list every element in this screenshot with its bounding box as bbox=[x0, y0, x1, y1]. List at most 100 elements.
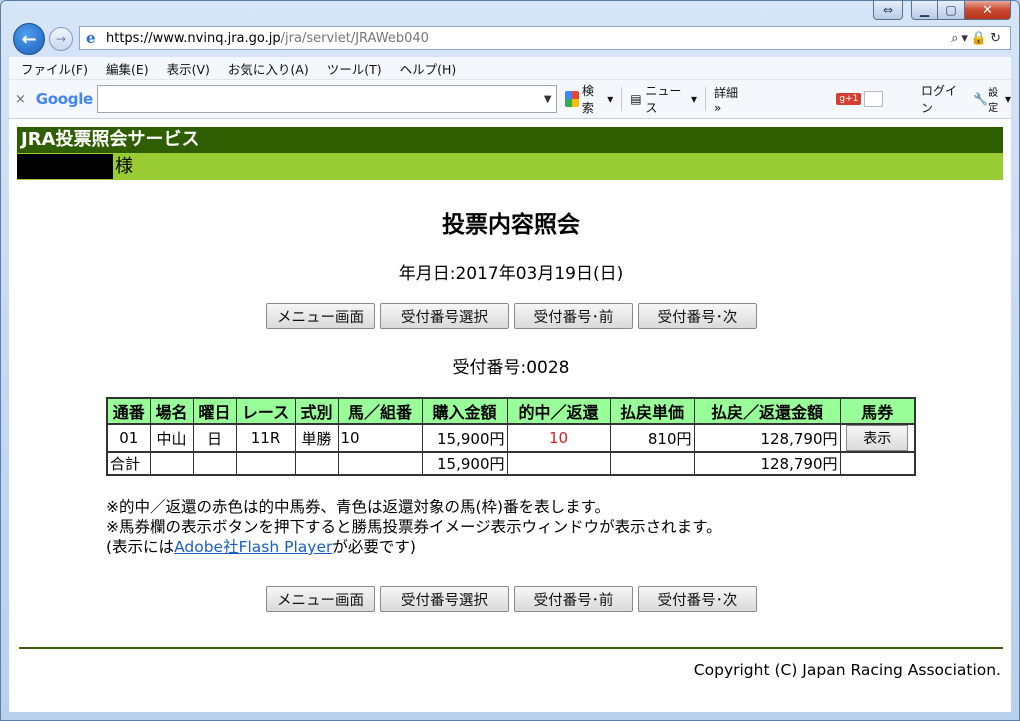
cell-race: 11R bbox=[235, 423, 296, 453]
col-race: レース bbox=[235, 397, 296, 425]
note-1: ※的中／返還の赤色は的中馬券、青色は返還対象の馬(枠)番を表します。 bbox=[106, 498, 611, 516]
cell-empty bbox=[294, 451, 339, 476]
cell-bet-type: 単勝 bbox=[294, 423, 339, 453]
google-search-button[interactable]: 検索 ▾ bbox=[564, 82, 613, 116]
close-icon[interactable]: × bbox=[15, 92, 30, 107]
nav-buttons-top: メニュー画面 受付番号選択 受付番号･前 受付番号･次 bbox=[266, 303, 757, 329]
ie-icon: e bbox=[86, 29, 96, 47]
col-hit: 的中／返還 bbox=[506, 397, 611, 425]
col-combo: 馬／組番 bbox=[337, 397, 423, 425]
menu-help[interactable]: ヘルプ(H) bbox=[400, 59, 457, 78]
cell-empty bbox=[192, 451, 237, 476]
receipt-next-button[interactable]: 受付番号･次 bbox=[638, 586, 757, 612]
window-controls: ⇔ ▁ ▢ ✕ bbox=[873, 1, 1011, 21]
redacted-name bbox=[17, 154, 113, 179]
cell-amount: 15,900円 bbox=[421, 423, 508, 453]
news-button[interactable]: ▤ ニュース ▾ bbox=[630, 82, 697, 116]
menu-file[interactable]: ファイル(F) bbox=[21, 59, 88, 78]
url-host: https://www.nvinq.jra.go.jp bbox=[106, 30, 281, 46]
menu-tools[interactable]: ツール(T) bbox=[327, 59, 382, 78]
google-search-input[interactable]: ▼ bbox=[96, 85, 557, 113]
table-total-row: 合計 15,900円 128,790円 bbox=[106, 451, 916, 476]
date-line: 年月日:2017年03月19日(日) bbox=[398, 264, 624, 284]
col-bet-type: 式別 bbox=[294, 397, 339, 425]
cell-payout: 128,790円 bbox=[693, 423, 841, 453]
settings-button[interactable]: 🔧 設定 ▾ bbox=[973, 84, 1011, 114]
close-button[interactable]: ✕ bbox=[965, 1, 1011, 20]
cell-seq: 01 bbox=[106, 423, 151, 453]
table-header-row: 通番 場名 曜日 レース 式別 馬／組番 購入金額 的中／返還 払戻単価 払戻／… bbox=[106, 397, 916, 425]
col-day: 曜日 bbox=[192, 397, 237, 425]
menu-view[interactable]: 表示(V) bbox=[167, 59, 210, 78]
col-ticket: 馬券 bbox=[839, 397, 916, 425]
user-suffix: 様 bbox=[115, 156, 133, 177]
divider bbox=[705, 87, 706, 111]
receipt-select-button[interactable]: 受付番号選択 bbox=[380, 303, 509, 329]
copyright: Copyright (C) Japan Racing Association. bbox=[693, 661, 1001, 679]
back-button[interactable]: ← bbox=[13, 23, 45, 55]
maximize-button[interactable]: ▢ bbox=[938, 1, 965, 20]
google-logo: Google bbox=[35, 90, 93, 108]
forward-button[interactable]: → bbox=[49, 27, 73, 51]
receipt-prev-button[interactable]: 受付番号･前 bbox=[514, 586, 633, 612]
lock-icon[interactable]: ⌕▾🔒↻ bbox=[951, 31, 1004, 46]
cell-total-payout: 128,790円 bbox=[693, 451, 841, 476]
cell-venue: 中山 bbox=[149, 423, 194, 453]
note-2: ※馬券欄の表示ボタンを押下すると勝馬投票券イメージ表示ウィンドウが表示されます。 bbox=[106, 518, 722, 536]
nav-buttons-bottom: メニュー画面 受付番号選択 受付番号･前 受付番号･次 bbox=[266, 586, 757, 612]
col-unit-payout: 払戻単価 bbox=[609, 397, 695, 425]
swap-icon[interactable]: ⇔ bbox=[873, 1, 903, 20]
cell-empty bbox=[839, 451, 916, 476]
menu-button[interactable]: メニュー画面 bbox=[266, 303, 375, 329]
details-button[interactable]: 詳細 » bbox=[714, 84, 746, 115]
col-amount: 購入金額 bbox=[421, 397, 508, 425]
navigation-bar: ← → e https://www.nvinq.jra.go.jp/jra/se… bbox=[9, 23, 1011, 55]
flash-player-link[interactable]: Adobe社Flash Player bbox=[174, 538, 332, 556]
table-row: 01 中山 日 11R 単勝 10 15,900円 10 810円 128,79… bbox=[106, 423, 916, 453]
divider bbox=[621, 87, 623, 111]
menu-edit[interactable]: 編集(E) bbox=[106, 59, 149, 78]
address-bar[interactable]: e https://www.nvinq.jra.go.jp/jra/servle… bbox=[79, 26, 1011, 50]
gplus-icon[interactable]: g+1 bbox=[836, 93, 862, 105]
service-title: JRA投票照会サービス bbox=[17, 127, 1003, 153]
footer-divider bbox=[19, 647, 1003, 649]
results-table: 通番 場名 曜日 レース 式別 馬／組番 購入金額 的中／返還 払戻単価 払戻／… bbox=[106, 397, 916, 476]
receipt-number: 受付番号:0028 bbox=[452, 358, 570, 378]
page-content: JRA投票照会サービス 様 投票内容照会 年月日:2017年03月19日(日) … bbox=[9, 119, 1011, 712]
col-seq: 通番 bbox=[106, 397, 151, 425]
cell-empty bbox=[337, 451, 423, 476]
wrench-icon: 🔧 bbox=[973, 92, 989, 106]
menu-button[interactable]: メニュー画面 bbox=[266, 586, 375, 612]
cell-combo: 10 bbox=[337, 423, 423, 453]
cell-day: 日 bbox=[192, 423, 237, 453]
show-ticket-button[interactable]: 表示 bbox=[846, 425, 909, 451]
cell-ticket: 表示 bbox=[839, 423, 916, 453]
page-title: 投票内容照会 bbox=[442, 212, 580, 238]
login-button[interactable]: ログイン bbox=[921, 82, 965, 116]
cell-empty bbox=[235, 451, 296, 476]
receipt-select-button[interactable]: 受付番号選択 bbox=[380, 586, 509, 612]
gplus-count bbox=[864, 91, 883, 107]
cell-total-amount: 15,900円 bbox=[421, 451, 508, 476]
news-icon: ▤ bbox=[630, 92, 642, 106]
user-bar: 様 bbox=[17, 153, 1003, 180]
google-icon bbox=[564, 91, 579, 107]
browser-window: ⇔ ▁ ▢ ✕ ← → e https://www.nvinq.jra.go.j… bbox=[0, 0, 1020, 721]
col-venue: 場名 bbox=[149, 397, 194, 425]
minimize-button[interactable]: ▁ bbox=[911, 1, 938, 20]
cell-empty bbox=[506, 451, 611, 476]
cell-hit: 10 bbox=[506, 423, 611, 453]
cell-total-label: 合計 bbox=[106, 451, 151, 476]
url-path: /jra/servlet/JRAWeb040 bbox=[280, 30, 429, 46]
receipt-prev-button[interactable]: 受付番号･前 bbox=[514, 303, 633, 329]
google-toolbar: × Google ▼ 検索 ▾ ▤ ニュース ▾ 詳細 » g+1 ログイン 🔧… bbox=[9, 80, 1011, 119]
cell-empty bbox=[149, 451, 194, 476]
dropdown-icon[interactable]: ▼ bbox=[544, 94, 552, 105]
notes: ※的中／返還の赤色は的中馬券、青色は返還対象の馬(枠)番を表します。 ※馬券欄の… bbox=[106, 497, 722, 557]
cell-empty bbox=[609, 451, 695, 476]
note-3: (表示にはAdobe社Flash Playerが必要です) bbox=[106, 538, 416, 556]
menu-favorites[interactable]: お気に入り(A) bbox=[228, 59, 309, 78]
col-payout: 払戻／返還金額 bbox=[693, 397, 841, 425]
receipt-next-button[interactable]: 受付番号･次 bbox=[638, 303, 757, 329]
menu-bar: ファイル(F) 編集(E) 表示(V) お気に入り(A) ツール(T) ヘルプ(… bbox=[9, 57, 1011, 80]
